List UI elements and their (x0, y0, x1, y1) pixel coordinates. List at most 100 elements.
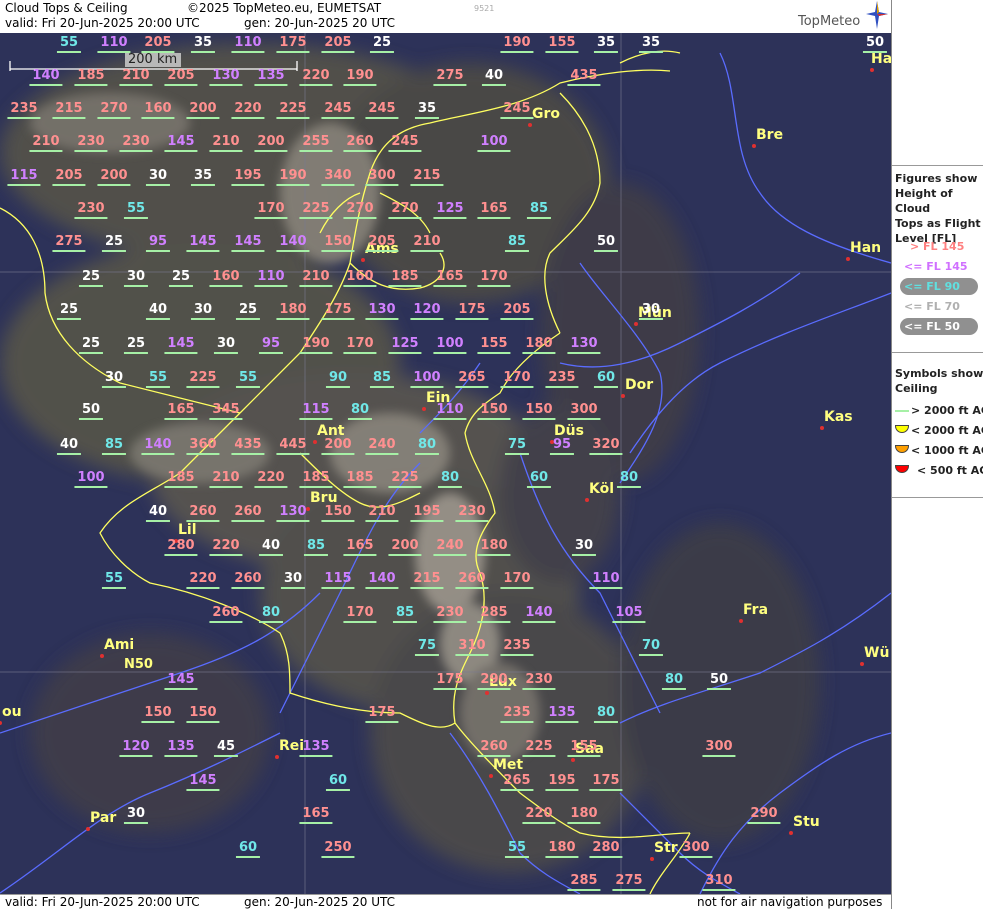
cloud-top-value: 170 (254, 201, 288, 219)
cloud-top-value: 150 (522, 402, 556, 420)
cloud-top-value: 190 (343, 68, 377, 86)
map-title: Cloud Tops & Ceiling (5, 1, 128, 15)
cloud-top-value: 245 (500, 101, 534, 119)
city-label-wü: Wü (864, 645, 890, 661)
cloud-top-value: 55 (101, 571, 127, 589)
city-label-gro: Gro (532, 106, 561, 122)
city-marker (752, 144, 756, 148)
cloud-top-value: 210 (209, 470, 243, 488)
cloud-top-value: 25 (78, 336, 104, 354)
cloud-top-value: 285 (567, 873, 601, 891)
cloud-top-value: 110 (97, 35, 131, 53)
cloud-top-value: 125 (388, 336, 422, 354)
cloud-top-value: 75 (414, 638, 440, 656)
cloud-top-value: 180 (276, 302, 310, 320)
cloud-top-value: 55 (504, 840, 530, 858)
cloud-top-value: 150 (321, 504, 355, 522)
cloud-top-value: 50 (706, 672, 732, 690)
cloud-top-value: 180 (477, 538, 511, 556)
cloud-top-value: 105 (612, 605, 646, 623)
cloud-top-value: 205 (52, 168, 86, 186)
cloud-top-value: 175 (455, 302, 489, 320)
cloud-top-value: 55 (123, 201, 149, 219)
city-marker (820, 426, 824, 430)
cloud-top-value: 230 (74, 134, 108, 152)
tops-legend-item: <= FL 145 (904, 260, 968, 273)
cloud-top-value: 80 (616, 470, 642, 488)
cloud-top-value: 110 (433, 402, 467, 420)
cloud-top-value: 50 (593, 234, 619, 252)
cloud-top-value: 190 (299, 336, 333, 354)
cloud-top-value: 30 (213, 336, 239, 354)
cloud-top-value: 445 (276, 437, 310, 455)
cloud-top-value: 95 (258, 336, 284, 354)
city-label-par: Par (90, 810, 117, 826)
cloud-top-value: 115 (7, 168, 41, 186)
cloud-top-value: 190 (276, 168, 310, 186)
cloud-top-value: 175 (433, 672, 467, 690)
cloud-top-value: 220 (209, 538, 243, 556)
cloud-top-value: 290 (747, 806, 781, 824)
cloud-top-value: 130 (276, 504, 310, 522)
cloud-top-value: 270 (97, 101, 131, 119)
header-bar: Cloud Tops & Ceiling ©2025 TopMeteo.eu, … (0, 0, 891, 34)
cloud-top-value: 210 (29, 134, 63, 152)
city-label-str: Str (654, 840, 678, 856)
cloud-top-value: 260 (343, 134, 377, 152)
cloud-top-value: 180 (567, 806, 601, 824)
cloud-top-value: 150 (186, 705, 220, 723)
cloud-top-value: 60 (526, 470, 552, 488)
cloud-top-value: 195 (231, 168, 265, 186)
ceiling-title-line: Symbols show (895, 367, 983, 380)
city-label-stu: Stu (793, 814, 820, 830)
tops-title-line: Height of Cloud (895, 187, 953, 215)
satellite-map[interactable]: 200 km N50 Ha Bre Gro Ams Han Mün Dor Ein Kas Ant… (0, 33, 891, 894)
city-marker (870, 68, 874, 72)
cloud-top-value: 85 (101, 437, 127, 455)
cloud-top-value: 80 (414, 437, 440, 455)
cloud-top-value: 25 (101, 234, 127, 252)
city-label-met: Met (493, 757, 524, 773)
cloud-top-value: 235 (7, 101, 41, 119)
tops-legend-item: <= FL 70 (904, 300, 960, 313)
ceiling-symbol (895, 425, 909, 433)
city-marker (485, 691, 489, 695)
cloud-top-value: 100 (410, 370, 444, 388)
cloud-top-value: 200 (388, 538, 422, 556)
cloud-top-value: 35 (414, 101, 440, 119)
ceiling-symbol (895, 410, 909, 412)
cloud-top-value: 35 (638, 35, 664, 53)
cloud-top-value: 55 (56, 35, 82, 53)
cloud-top-value: 175 (321, 302, 355, 320)
cloud-top-value: 240 (365, 437, 399, 455)
cloud-top-value: 265 (455, 370, 489, 388)
tops-legend-title: Figures show Height of Cloud Tops as Fli… (895, 171, 983, 246)
cloud-top-value: 40 (145, 504, 171, 522)
cloud-top-value: 145 (186, 234, 220, 252)
legend-divider (892, 497, 983, 498)
cloud-top-value: 85 (303, 538, 329, 556)
cloud-top-value: 100 (433, 336, 467, 354)
city-marker (86, 827, 90, 831)
cloud-top-value: 190 (500, 35, 534, 53)
cloud-top-value: 210 (119, 68, 153, 86)
cloud-top-value: 180 (545, 840, 579, 858)
cloud-top-value: 85 (526, 201, 552, 219)
cloud-top-value: 165 (343, 538, 377, 556)
cloud-top-value: 300 (365, 168, 399, 186)
ceiling-legend-item: > 2000 ft AGL (911, 404, 983, 417)
cloud-top-value: 260 (231, 504, 265, 522)
cloud-top-value: 140 (365, 571, 399, 589)
cloud-top-value: 165 (433, 269, 467, 287)
cloud-top-value: 275 (433, 68, 467, 86)
cloud-top-value: 160 (343, 269, 377, 287)
cloud-top-value: 245 (365, 101, 399, 119)
cloud-top-value: 310 (702, 873, 736, 891)
tops-title-line: Tops as Flight (895, 217, 981, 230)
city-marker (306, 507, 310, 511)
cloud-top-value: 170 (500, 370, 534, 388)
cloud-top-value: 250 (321, 840, 355, 858)
cloud-top-value: 275 (612, 873, 646, 891)
compass-logo-icon (866, 1, 888, 29)
cloud-top-value: 25 (123, 336, 149, 354)
